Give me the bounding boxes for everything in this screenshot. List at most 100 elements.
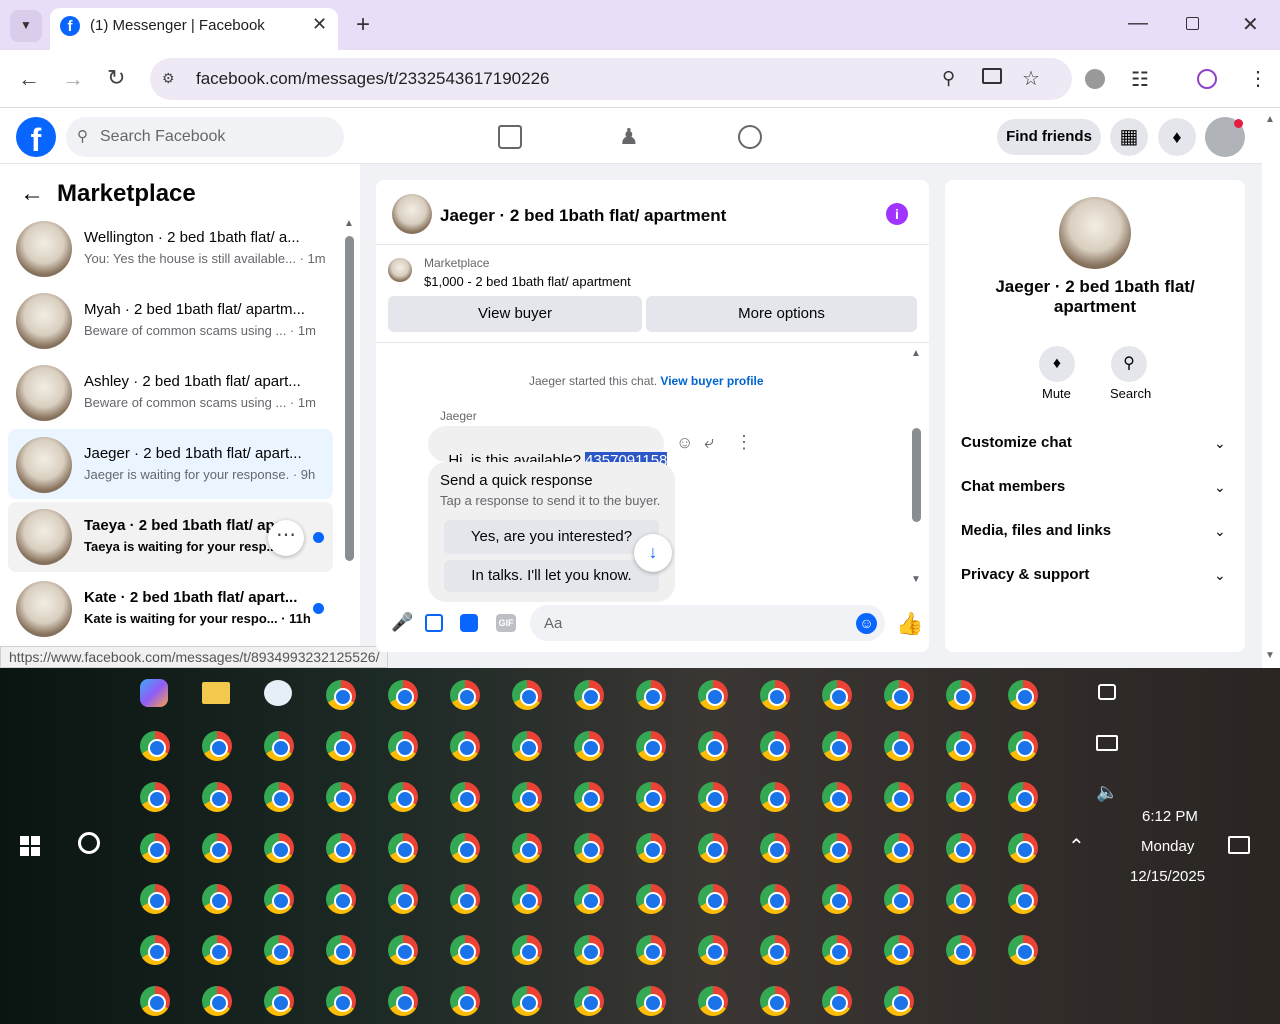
media-files-links-item[interactable]: Media, files and links xyxy=(961,522,1111,539)
chrome-taskbar-icon[interactable] xyxy=(698,680,728,710)
chrome-taskbar-icon[interactable] xyxy=(760,680,790,710)
chrome-taskbar-icon[interactable] xyxy=(450,782,480,812)
clock-date[interactable]: 12/15/2025 xyxy=(1130,868,1205,885)
home-icon[interactable] xyxy=(498,125,522,149)
find-friends-button[interactable]: Find friends xyxy=(997,119,1101,155)
chrome-taskbar-icon[interactable] xyxy=(264,935,294,965)
chat-members-item[interactable]: Chat members xyxy=(961,478,1065,495)
chrome-taskbar-icon[interactable] xyxy=(698,731,728,761)
scroll-up-arrow-icon[interactable]: ▲ xyxy=(344,218,354,229)
scroll-to-bottom-icon[interactable]: ↓ xyxy=(634,534,672,572)
chrome-taskbar-icon[interactable] xyxy=(202,782,232,812)
chrome-taskbar-icon[interactable] xyxy=(884,680,914,710)
chrome-taskbar-icon[interactable] xyxy=(946,731,976,761)
like-thumb-icon[interactable]: 👍 xyxy=(896,611,923,637)
left-scrollbar-thumb[interactable] xyxy=(345,236,354,561)
chrome-taskbar-icon[interactable] xyxy=(884,731,914,761)
site-info-icon[interactable]: ⚙ xyxy=(162,70,182,88)
chrome-taskbar-icon[interactable] xyxy=(884,884,914,914)
notification-center-icon[interactable] xyxy=(1228,836,1250,854)
chrome-taskbar-icon[interactable] xyxy=(326,680,356,710)
privacy-support-item[interactable]: Privacy & support xyxy=(961,566,1089,583)
restore-icon[interactable] xyxy=(1186,17,1199,30)
zoom-icon[interactable]: ⚲ xyxy=(942,68,955,89)
chrome-taskbar-icon[interactable] xyxy=(512,935,542,965)
photo-icon[interactable] xyxy=(425,614,443,632)
chrome-taskbar-icon[interactable] xyxy=(574,833,604,863)
chrome-taskbar-icon[interactable] xyxy=(636,833,666,863)
sticker-icon[interactable] xyxy=(460,614,478,632)
display-icon[interactable] xyxy=(1096,735,1118,751)
back-arrow-icon[interactable]: ← xyxy=(20,180,44,208)
chrome-taskbar-icon[interactable] xyxy=(884,935,914,965)
chrome-taskbar-icon[interactable] xyxy=(822,731,852,761)
chrome-taskbar-icon[interactable] xyxy=(760,833,790,863)
chrome-taskbar-icon[interactable] xyxy=(264,884,294,914)
clock-day[interactable]: Monday xyxy=(1141,838,1194,855)
chrome-taskbar-icon[interactable] xyxy=(264,731,294,761)
chrome-taskbar-icon[interactable] xyxy=(264,986,294,1016)
page-scroll-down-arrow-icon[interactable]: ▼ xyxy=(1265,650,1275,661)
reply-icon[interactable]: ⤶ xyxy=(704,432,714,453)
page-scroll-up-arrow-icon[interactable]: ▲ xyxy=(1265,114,1275,125)
install-app-icon[interactable] xyxy=(982,68,1002,84)
meet-now-icon[interactable] xyxy=(1098,684,1116,700)
chrome-taskbar-icon[interactable] xyxy=(326,884,356,914)
more-options-button[interactable]: More options xyxy=(646,296,917,332)
chrome-taskbar-icon[interactable] xyxy=(946,884,976,914)
chrome-taskbar-icon[interactable] xyxy=(388,833,418,863)
more-options-icon[interactable]: ⋯ xyxy=(268,520,304,556)
chrome-taskbar-icon[interactable] xyxy=(760,782,790,812)
chrome-taskbar-icon[interactable] xyxy=(512,833,542,863)
chrome-taskbar-icon[interactable] xyxy=(450,986,480,1016)
chrome-taskbar-icon[interactable] xyxy=(326,935,356,965)
gif-icon[interactable]: GIF xyxy=(496,614,516,632)
chrome-taskbar-icon[interactable] xyxy=(1008,731,1038,761)
chrome-taskbar-icon[interactable] xyxy=(388,884,418,914)
chrome-taskbar-icon[interactable] xyxy=(202,935,232,965)
chrome-taskbar-icon[interactable] xyxy=(202,884,232,914)
chrome-taskbar-icon[interactable] xyxy=(1008,833,1038,863)
chrome-taskbar-icon[interactable] xyxy=(760,884,790,914)
chrome-taskbar-icon[interactable] xyxy=(388,680,418,710)
chrome-taskbar-icon[interactable] xyxy=(636,935,666,965)
chrome-taskbar-icon[interactable] xyxy=(1008,782,1038,812)
chrome-taskbar-icon[interactable] xyxy=(450,884,480,914)
url-text[interactable]: facebook.com/messages/t/2332543617190226 xyxy=(196,69,549,89)
chrome-taskbar-icon[interactable] xyxy=(264,833,294,863)
chrome-taskbar-icon[interactable] xyxy=(636,884,666,914)
chrome-taskbar-icon[interactable] xyxy=(636,782,666,812)
chevron-down-icon[interactable]: ⌄ xyxy=(1214,435,1226,452)
message-input[interactable] xyxy=(530,605,885,641)
chrome-taskbar-icon[interactable] xyxy=(698,884,728,914)
chrome-taskbar-icon[interactable] xyxy=(450,731,480,761)
microphone-icon[interactable]: 🎤 xyxy=(391,612,413,633)
close-tab-icon[interactable]: ✕ xyxy=(312,14,327,35)
chrome-taskbar-icon[interactable] xyxy=(450,833,480,863)
chrome-taskbar-icon[interactable] xyxy=(140,731,170,761)
chrome-taskbar-icon[interactable] xyxy=(698,833,728,863)
mute-button[interactable]: ♦ xyxy=(1039,346,1075,382)
emoji-icon[interactable]: ☺ xyxy=(856,613,877,634)
message-more-icon[interactable]: ⋮ xyxy=(735,432,753,453)
chrome-taskbar-icon[interactable] xyxy=(388,935,418,965)
search-conversation-button[interactable]: ⚲ xyxy=(1111,346,1147,382)
groups-icon[interactable] xyxy=(738,125,762,149)
tab-list-button[interactable]: ▼ xyxy=(10,10,42,42)
chrome-taskbar-icon[interactable] xyxy=(1008,680,1038,710)
chrome-taskbar-icon[interactable] xyxy=(946,782,976,812)
chrome-taskbar-icon[interactable] xyxy=(698,935,728,965)
new-tab-icon[interactable]: + xyxy=(356,11,370,39)
chrome-taskbar-icon[interactable] xyxy=(884,986,914,1016)
quick-reply-in-talks-button[interactable]: In talks. I'll let you know. xyxy=(444,560,659,592)
chrome-taskbar-icon[interactable] xyxy=(326,782,356,812)
chrome-taskbar-icon[interactable] xyxy=(574,986,604,1016)
profile-icon[interactable] xyxy=(1197,69,1217,89)
chrome-taskbar-icon[interactable] xyxy=(512,782,542,812)
chevron-down-icon[interactable]: ⌄ xyxy=(1214,523,1226,540)
chrome-taskbar-icon[interactable] xyxy=(636,986,666,1016)
minimize-icon[interactable]: — xyxy=(1128,12,1148,35)
chrome-taskbar-icon[interactable] xyxy=(884,833,914,863)
chrome-taskbar-icon[interactable] xyxy=(388,782,418,812)
chat-scroll-down-arrow-icon[interactable]: ▼ xyxy=(911,574,921,585)
